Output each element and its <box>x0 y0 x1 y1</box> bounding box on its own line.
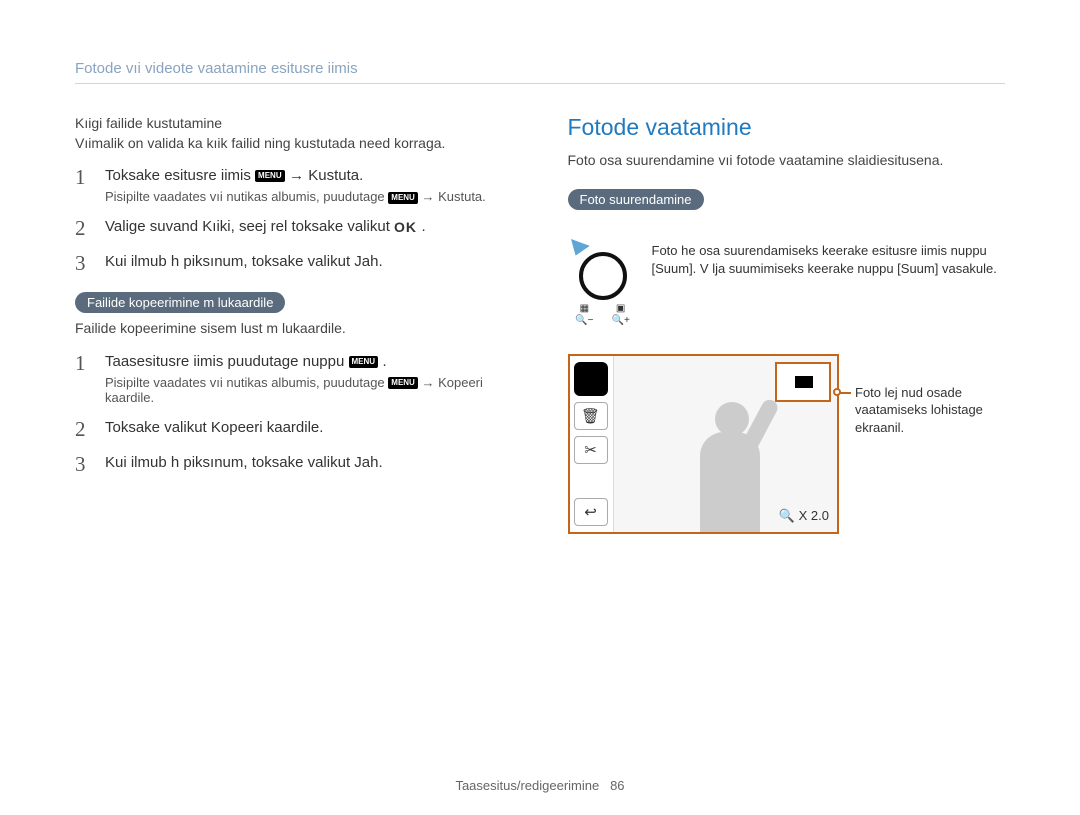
step-number: 2 <box>75 419 91 440</box>
menu-icon: MENU <box>255 170 285 182</box>
navigator-callout: Foto lej nud osade vaatamiseks lohistage… <box>855 354 1005 437</box>
step-text: Kui ilmub h piksınum, toksake valikut <box>105 454 354 471</box>
step-a-2: 2 Valige suvand Kıiki, seej rel toksake … <box>75 218 513 239</box>
zoom-value: X 2.0 <box>799 508 829 523</box>
menu-icon: MENU <box>349 356 379 368</box>
footer-section: Taasesitus/redigeerimine <box>455 778 599 793</box>
step-number: 3 <box>75 454 91 475</box>
step-text: Kui ilmub h piksınum, toksake valikut <box>105 253 354 270</box>
step-number: 3 <box>75 253 91 274</box>
step-text: Jah. <box>354 253 382 270</box>
arrow-icon: → <box>289 167 308 184</box>
dial-description-row: ▦ 🔍− ▣ 🔍+ Foto he osa suurendamiseks kee… <box>568 242 1006 326</box>
trash-icon: 🗑 <box>581 407 600 425</box>
page-footer: Taasesitus/redigeerimine 86 <box>0 778 1080 793</box>
photo-silhouette <box>660 382 790 532</box>
dial-indicators: ▦ 🔍− ▣ 🔍+ <box>575 303 630 326</box>
callout-text: Foto lej nud osade vaatamiseks lohistage… <box>855 385 983 435</box>
dial-instruction-text: Foto he osa suurendamiseks keerake esitu… <box>652 242 1006 278</box>
screen-row: 🗑 ✂ ↩ <box>568 354 1006 534</box>
step-b-2: 2 Toksake valikut Kopeeri kaardile. <box>75 419 513 440</box>
step-b-1: 1 Taasesitusre iimis puudutage nuppu MEN… <box>75 353 513 405</box>
navigator-viewport <box>795 376 813 388</box>
step-text: Kustuta. <box>308 167 363 184</box>
camera-screen: 🗑 ✂ ↩ <box>568 354 840 534</box>
step-subtext: Pisipilte vaadates vıi nutikas albumis, … <box>105 375 513 405</box>
menu-icon: MENU <box>388 377 418 389</box>
photos-viewing-intro: Foto osa suurendamine vıi fotode vaatami… <box>568 151 1006 171</box>
back-icon: ↩ <box>584 503 597 521</box>
magnifier-icon: 🔍 <box>778 508 794 524</box>
step-number: 2 <box>75 218 91 239</box>
thumb-grid-icon: ▦ <box>580 303 589 314</box>
all-files-delete-label: Kıigi failide kustutamine <box>75 114 513 134</box>
zoom-out-icon: 🔍− <box>575 315 593 326</box>
step-number: 1 <box>75 353 91 374</box>
step-text: . <box>421 218 425 235</box>
column-left: Kıigi failide kustutamine Vıimalik on va… <box>75 114 513 534</box>
edit-button[interactable]: ✂ <box>574 436 608 464</box>
step-a-3: 3 Kui ilmub h piksınum, toksake valikut … <box>75 253 513 274</box>
sub-pre: Pisipilte vaadates vıi nutikas albumis, … <box>105 375 388 390</box>
single-view-icon: ▣ <box>616 303 625 314</box>
pill-zoom: Foto suurendamine <box>568 189 704 210</box>
step-subtext: Pisipilte vaadates vıi nutikas albumis, … <box>105 189 513 204</box>
scissors-icon: ✂ <box>584 441 597 459</box>
zoom-in-icon: 🔍+ <box>612 315 630 326</box>
step-text: . <box>383 353 387 370</box>
menu-icon: MENU <box>388 192 418 204</box>
dial-arrow-icon <box>566 239 590 259</box>
footer-page-number: 86 <box>610 778 624 793</box>
step-text: Valige suvand Kıiki, seej rel toksake va… <box>105 218 394 235</box>
sub-pre: Pisipilte vaadates vıi nutikas albumis, … <box>105 189 388 204</box>
step-text: Toksake esitusre iimis <box>105 167 255 184</box>
content-columns: Kıigi failide kustutamine Vıimalik on va… <box>75 114 1005 534</box>
step-text: Toksake valikut Kopeeri kaardile. <box>105 419 323 436</box>
dial-ring-icon <box>579 252 627 300</box>
breadcrumb: Fotode vıi videote vaatamine esitusre ii… <box>75 60 1005 84</box>
step-a-1: 1 Toksake esitusre iimis MENU → Kustuta.… <box>75 167 513 204</box>
ok-icon: OK <box>394 219 417 235</box>
step-b-3: 3 Kui ilmub h piksınum, toksake valikut … <box>75 454 513 475</box>
photos-viewing-heading: Fotode vaatamine <box>568 114 1006 141</box>
back-button[interactable]: ↩ <box>574 498 608 526</box>
all-files-delete-desc: Vıimalik on valida ka kıik failid ning k… <box>75 134 513 154</box>
navigator-box[interactable] <box>775 362 831 402</box>
callout-line <box>839 392 851 394</box>
mode-indicator <box>574 362 608 396</box>
screen-main-area[interactable]: 🔍 X 2.0 <box>614 356 838 532</box>
step-text: Taasesitusre iimis puudutage nuppu <box>105 353 349 370</box>
copy-intro: Failide kopeerimine sisem lust m lukaard… <box>75 319 513 339</box>
page: Fotode vıi videote vaatamine esitusre ii… <box>0 0 1080 564</box>
step-text: Jah. <box>354 454 382 471</box>
zoom-dial-graphic: ▦ 🔍− ▣ 🔍+ <box>568 242 638 326</box>
pill-copy-files: Failide kopeerimine m lukaardile <box>75 292 285 313</box>
column-right: Fotode vaatamine Foto osa suurendamine v… <box>568 114 1006 534</box>
delete-button[interactable]: 🗑 <box>574 402 608 430</box>
step-number: 1 <box>75 167 91 188</box>
screen-left-toolbar: 🗑 ✂ ↩ <box>570 356 614 532</box>
zoom-level-label: 🔍 X 2.0 <box>778 508 829 524</box>
sub-post: → Kustuta. <box>421 189 485 204</box>
